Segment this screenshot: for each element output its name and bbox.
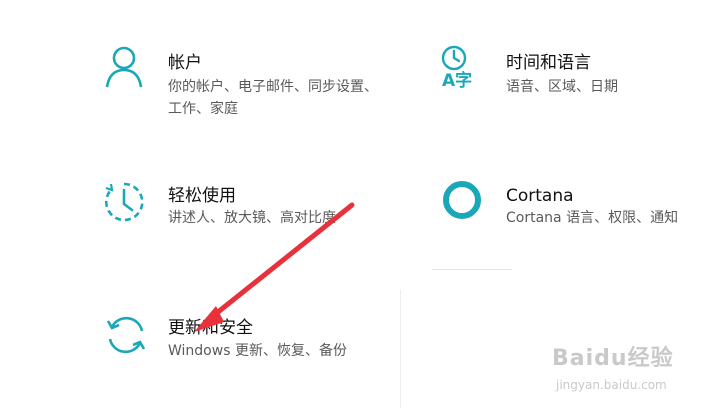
watermark-url: jingyan.baidu.com (556, 378, 667, 392)
time-language-icon: A字 (441, 45, 472, 88)
cortana-icon (443, 181, 481, 219)
tile-time-language[interactable]: A字 时间和语言 语音、区域、日期 (400, 0, 720, 130)
tile-update-security[interactable]: 更新和安全 Windows 更新、恢复、备份 (0, 295, 400, 408)
update-sync-icon (106, 316, 146, 354)
column-divider (400, 290, 401, 408)
baidu-watermark: Baidu经验 jingyan.baidu.com (552, 340, 712, 404)
language-glyph: A字 (442, 70, 472, 88)
tile-cortana[interactable]: Cortana Cortana 语言、权限、通知 (400, 160, 720, 270)
tile-description: 讲述人、放大镜、高对比度 (168, 210, 336, 226)
tile-description: 语音、区域、日期 (506, 79, 618, 95)
tile-description: Windows 更新、恢复、备份 (168, 343, 347, 359)
tile-title: 轻松使用 (168, 186, 236, 206)
row-divider (432, 269, 512, 270)
tile-ease-of-access[interactable]: 轻松使用 讲述人、放大镜、高对比度 (0, 160, 400, 270)
tile-title: 更新和安全 (168, 318, 253, 338)
tile-accounts[interactable]: 帐户 你的帐户、电子邮件、同步设置、工作、家庭 (0, 0, 400, 130)
tile-description: 你的帐户、电子邮件、同步设置、工作、家庭 (168, 79, 378, 117)
person-icon (105, 46, 143, 88)
tile-title: Cortana (506, 186, 574, 206)
watermark-logo: Baidu经验 (552, 346, 674, 371)
ease-of-access-icon (105, 182, 144, 222)
tile-title: 时间和语言 (506, 53, 591, 73)
tile-title: 帐户 (168, 53, 202, 73)
tile-description: Cortana 语言、权限、通知 (506, 210, 679, 226)
